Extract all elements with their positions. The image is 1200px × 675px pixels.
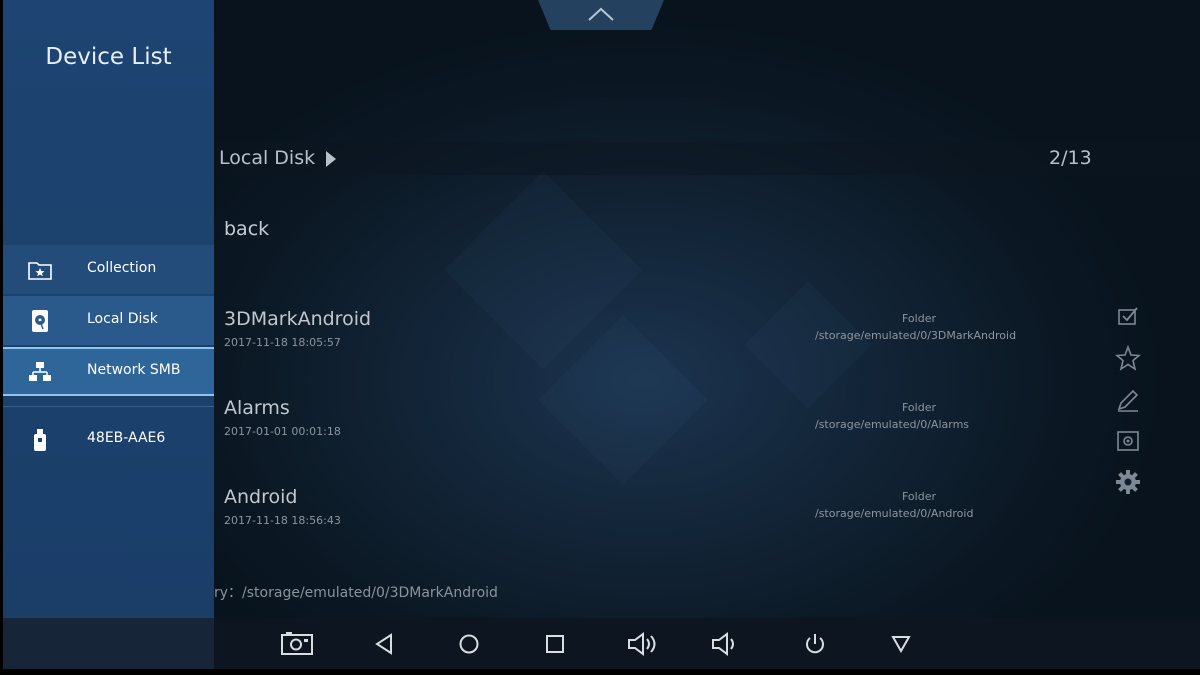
- file-date: 2017-01-01 00:01:18: [224, 425, 341, 438]
- breadcrumb: Local Disk 2/13: [214, 142, 1200, 175]
- list-item[interactable]: 3DMarkAndroid 2017-11-18 18:05:57 Folder…: [224, 308, 1024, 368]
- sidebar-item-local-disk[interactable]: Local Disk: [3, 296, 214, 345]
- file-name: 3DMarkAndroid: [224, 308, 372, 330]
- file-path: /storage/emulated/0/Android: [815, 507, 974, 520]
- edit-icon[interactable]: [1113, 385, 1143, 415]
- file-manager-screen: Device List Collection Local Disk Networ…: [3, 0, 1200, 669]
- scroll-up-button[interactable]: [538, 0, 664, 30]
- multi-select-icon[interactable]: [1113, 302, 1143, 332]
- chevron-up-icon: [588, 7, 614, 21]
- page-counter: 2/13: [1049, 147, 1092, 169]
- sidebar-item-network-smb[interactable]: Network SMB: [3, 347, 214, 396]
- preview-icon[interactable]: [1113, 426, 1143, 456]
- usb-drive-icon: [34, 429, 46, 451]
- list-item[interactable]: Alarms 2017-01-01 00:01:18 Folder /stora…: [224, 397, 1024, 457]
- file-date: 2017-11-18 18:05:57: [224, 336, 341, 349]
- sidebar-item-usb-device[interactable]: 48EB-AAE6: [3, 415, 214, 464]
- device-list-sidebar: Device List Collection Local Disk Networ…: [3, 0, 214, 618]
- dropdown-icon[interactable]: [886, 630, 916, 658]
- sidebar-item-label: Collection: [87, 260, 157, 276]
- nav-bar-left-panel: [3, 618, 214, 669]
- list-item[interactable]: Android 2017-11-18 18:56:43 Folder /stor…: [224, 486, 1024, 546]
- sidebar-item-label: Local Disk: [87, 311, 158, 327]
- folder-star-icon: [28, 262, 52, 280]
- status-path: ry：/storage/emulated/0/3DMarkAndroid: [214, 585, 498, 601]
- sidebar-item-label: 48EB-AAE6: [87, 430, 166, 446]
- file-name: Alarms: [224, 397, 290, 419]
- recents-icon[interactable]: [540, 630, 570, 658]
- volume-down-icon[interactable]: [710, 630, 746, 658]
- file-name: Android: [224, 486, 298, 508]
- file-type: Folder: [902, 490, 936, 503]
- volume-up-icon[interactable]: [626, 630, 662, 658]
- network-icon: [29, 362, 51, 381]
- file-path: /storage/emulated/0/3DMarkAndroid: [815, 329, 1017, 342]
- file-path: /storage/emulated/0/Alarms: [815, 418, 970, 431]
- sidebar-item-collection[interactable]: Collection: [3, 245, 214, 294]
- screenshot-icon[interactable]: [280, 630, 314, 658]
- current-location[interactable]: Local Disk: [219, 147, 315, 169]
- power-icon[interactable]: [800, 630, 830, 658]
- star-icon[interactable]: [1113, 343, 1143, 373]
- back-icon[interactable]: [369, 630, 399, 658]
- sidebar-item-label: Network SMB: [87, 362, 181, 378]
- sidebar-title: Device List: [45, 44, 172, 70]
- file-type: Folder: [902, 401, 936, 414]
- chevron-right-icon: [326, 151, 336, 167]
- gear-icon[interactable]: [1113, 467, 1143, 497]
- hard-disk-icon: [32, 310, 48, 332]
- file-date: 2017-11-18 18:56:43: [224, 514, 341, 527]
- back-item[interactable]: back: [224, 218, 269, 240]
- file-type: Folder: [902, 312, 936, 325]
- sidebar-divider: [3, 406, 214, 407]
- home-icon[interactable]: [454, 630, 484, 658]
- system-navigation-bar: [3, 618, 1200, 669]
